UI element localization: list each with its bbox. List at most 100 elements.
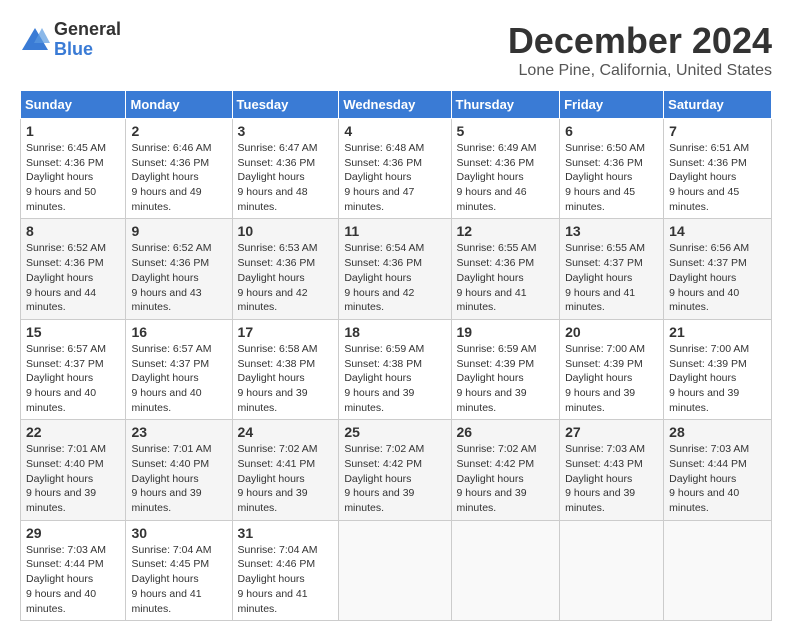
calendar-day-cell: 30 Sunrise: 7:04 AM Sunset: 4:45 PM Dayl… [126, 520, 232, 620]
day-number: 6 [565, 123, 658, 139]
page-header: General Blue December 2024 Lone Pine, Ca… [20, 20, 772, 80]
sunset-label: Sunset: 4:40 PM [26, 458, 104, 470]
calendar-day-cell: 18 Sunrise: 6:59 AM Sunset: 4:38 PM Dayl… [339, 319, 451, 419]
day-number: 31 [238, 525, 334, 541]
sunrise-label: Sunrise: 6:47 AM [238, 142, 318, 154]
sunrise-label: Sunrise: 6:49 AM [457, 142, 537, 154]
sunrise-label: Sunrise: 7:00 AM [669, 343, 749, 355]
daylight-label: Daylight hours [344, 171, 411, 183]
sunset-label: Sunset: 4:37 PM [565, 257, 643, 269]
day-info: Sunrise: 6:52 AM Sunset: 4:36 PM Dayligh… [131, 241, 226, 314]
day-info: Sunrise: 6:47 AM Sunset: 4:36 PM Dayligh… [238, 141, 334, 214]
day-number: 29 [26, 525, 120, 541]
calendar-day-cell: 31 Sunrise: 7:04 AM Sunset: 4:46 PM Dayl… [232, 520, 339, 620]
calendar-day-cell: 26 Sunrise: 7:02 AM Sunset: 4:42 PM Dayl… [451, 420, 560, 520]
daylight-label: Daylight hours [131, 372, 198, 384]
day-number: 12 [457, 223, 555, 239]
daylight-label: Daylight hours [238, 573, 305, 585]
daylight-label: Daylight hours [669, 171, 736, 183]
daylight-value: 9 hours and 47 minutes. [344, 186, 414, 213]
day-info: Sunrise: 6:50 AM Sunset: 4:36 PM Dayligh… [565, 141, 658, 214]
daylight-value: 9 hours and 42 minutes. [238, 287, 308, 314]
daylight-label: Daylight hours [669, 372, 736, 384]
daylight-value: 9 hours and 41 minutes. [565, 287, 635, 314]
day-info: Sunrise: 6:49 AM Sunset: 4:36 PM Dayligh… [457, 141, 555, 214]
calendar-day-cell: 9 Sunrise: 6:52 AM Sunset: 4:36 PM Dayli… [126, 219, 232, 319]
daylight-label: Daylight hours [669, 272, 736, 284]
calendar-day-cell: 1 Sunrise: 6:45 AM Sunset: 4:36 PM Dayli… [21, 119, 126, 219]
daylight-label: Daylight hours [565, 473, 632, 485]
day-info: Sunrise: 6:59 AM Sunset: 4:38 PM Dayligh… [344, 342, 445, 415]
day-number: 13 [565, 223, 658, 239]
calendar-day-cell: 15 Sunrise: 6:57 AM Sunset: 4:37 PM Dayl… [21, 319, 126, 419]
day-number: 14 [669, 223, 766, 239]
day-info: Sunrise: 6:55 AM Sunset: 4:37 PM Dayligh… [565, 241, 658, 314]
calendar-day-cell: 16 Sunrise: 6:57 AM Sunset: 4:37 PM Dayl… [126, 319, 232, 419]
daylight-label: Daylight hours [26, 473, 93, 485]
daylight-value: 9 hours and 40 minutes. [26, 387, 96, 414]
calendar-header-row: SundayMondayTuesdayWednesdayThursdayFrid… [21, 91, 772, 119]
day-number: 22 [26, 424, 120, 440]
sunset-label: Sunset: 4:36 PM [457, 157, 535, 169]
day-of-week-header: Wednesday [339, 91, 451, 119]
day-info: Sunrise: 7:02 AM Sunset: 4:41 PM Dayligh… [238, 442, 334, 515]
daylight-value: 9 hours and 40 minutes. [669, 487, 739, 514]
day-info: Sunrise: 7:01 AM Sunset: 4:40 PM Dayligh… [26, 442, 120, 515]
day-of-week-header: Tuesday [232, 91, 339, 119]
day-info: Sunrise: 7:03 AM Sunset: 4:44 PM Dayligh… [26, 543, 120, 616]
calendar-table: SundayMondayTuesdayWednesdayThursdayFrid… [20, 90, 772, 621]
day-info: Sunrise: 6:45 AM Sunset: 4:36 PM Dayligh… [26, 141, 120, 214]
sunset-label: Sunset: 4:36 PM [457, 257, 535, 269]
day-number: 15 [26, 324, 120, 340]
calendar-day-cell: 13 Sunrise: 6:55 AM Sunset: 4:37 PM Dayl… [560, 219, 664, 319]
day-info: Sunrise: 7:00 AM Sunset: 4:39 PM Dayligh… [669, 342, 766, 415]
day-info: Sunrise: 7:03 AM Sunset: 4:43 PM Dayligh… [565, 442, 658, 515]
day-info: Sunrise: 7:02 AM Sunset: 4:42 PM Dayligh… [457, 442, 555, 515]
sunrise-label: Sunrise: 7:01 AM [131, 443, 211, 455]
daylight-value: 9 hours and 48 minutes. [238, 186, 308, 213]
sunrise-label: Sunrise: 6:57 AM [131, 343, 211, 355]
daylight-value: 9 hours and 39 minutes. [344, 387, 414, 414]
location-title: Lone Pine, California, United States [508, 62, 772, 80]
day-info: Sunrise: 7:04 AM Sunset: 4:46 PM Dayligh… [238, 543, 334, 616]
logo-general: General [54, 20, 121, 40]
daylight-value: 9 hours and 44 minutes. [26, 287, 96, 314]
calendar-day-cell: 10 Sunrise: 6:53 AM Sunset: 4:36 PM Dayl… [232, 219, 339, 319]
day-info: Sunrise: 6:59 AM Sunset: 4:39 PM Dayligh… [457, 342, 555, 415]
sunrise-label: Sunrise: 6:54 AM [344, 242, 424, 254]
day-info: Sunrise: 6:57 AM Sunset: 4:37 PM Dayligh… [26, 342, 120, 415]
sunrise-label: Sunrise: 6:50 AM [565, 142, 645, 154]
daylight-label: Daylight hours [344, 473, 411, 485]
sunrise-label: Sunrise: 7:04 AM [131, 544, 211, 556]
daylight-label: Daylight hours [26, 272, 93, 284]
day-number: 27 [565, 424, 658, 440]
day-of-week-header: Monday [126, 91, 232, 119]
daylight-label: Daylight hours [238, 473, 305, 485]
day-number: 28 [669, 424, 766, 440]
sunset-label: Sunset: 4:44 PM [669, 458, 747, 470]
day-info: Sunrise: 6:58 AM Sunset: 4:38 PM Dayligh… [238, 342, 334, 415]
sunset-label: Sunset: 4:43 PM [565, 458, 643, 470]
day-number: 17 [238, 324, 334, 340]
calendar-week-row: 8 Sunrise: 6:52 AM Sunset: 4:36 PM Dayli… [21, 219, 772, 319]
sunrise-label: Sunrise: 7:02 AM [457, 443, 537, 455]
sunset-label: Sunset: 4:39 PM [457, 358, 535, 370]
calendar-day-cell [339, 520, 451, 620]
day-of-week-header: Friday [560, 91, 664, 119]
daylight-value: 9 hours and 39 minutes. [344, 487, 414, 514]
daylight-value: 9 hours and 45 minutes. [565, 186, 635, 213]
daylight-label: Daylight hours [344, 372, 411, 384]
calendar-day-cell: 7 Sunrise: 6:51 AM Sunset: 4:36 PM Dayli… [664, 119, 772, 219]
daylight-label: Daylight hours [238, 272, 305, 284]
calendar-week-row: 29 Sunrise: 7:03 AM Sunset: 4:44 PM Dayl… [21, 520, 772, 620]
daylight-label: Daylight hours [26, 573, 93, 585]
daylight-label: Daylight hours [457, 372, 524, 384]
sunset-label: Sunset: 4:44 PM [26, 558, 104, 570]
calendar-day-cell: 2 Sunrise: 6:46 AM Sunset: 4:36 PM Dayli… [126, 119, 232, 219]
calendar-day-cell: 28 Sunrise: 7:03 AM Sunset: 4:44 PM Dayl… [664, 420, 772, 520]
daylight-value: 9 hours and 39 minutes. [457, 487, 527, 514]
sunrise-label: Sunrise: 6:52 AM [26, 242, 106, 254]
daylight-value: 9 hours and 50 minutes. [26, 186, 96, 213]
day-info: Sunrise: 7:04 AM Sunset: 4:45 PM Dayligh… [131, 543, 226, 616]
sunset-label: Sunset: 4:36 PM [565, 157, 643, 169]
